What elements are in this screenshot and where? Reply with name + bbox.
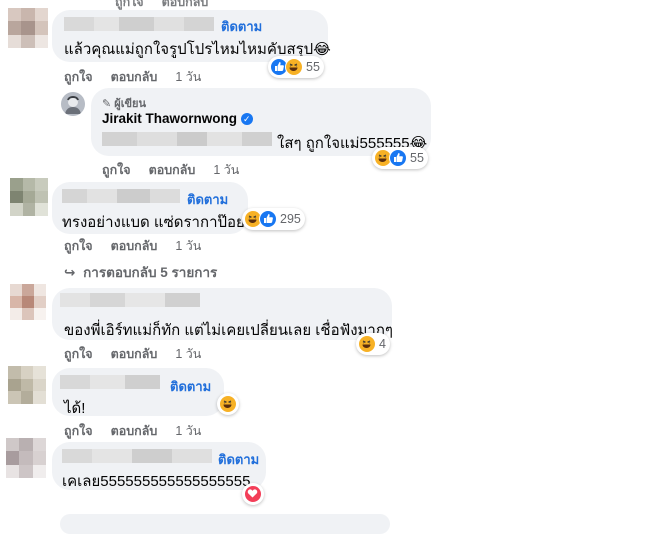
heart-reaction-icon xyxy=(244,485,262,503)
comment-text: เคเลย555555555555555555 xyxy=(62,473,251,490)
redacted-author-name xyxy=(64,17,214,31)
comment-text: ได้! xyxy=(64,400,86,417)
redacted-author-name xyxy=(62,449,212,463)
reply-link[interactable]: ตอบกลับ xyxy=(111,347,158,361)
comment-actions: ถูกใจ ตอบกลับ 1 วัน xyxy=(64,67,219,87)
comment-actions: ถูกใจ ตอบกลับ 1 วัน xyxy=(64,421,219,441)
timestamp[interactable]: 1 วัน xyxy=(175,239,201,253)
reply-link[interactable]: ตอบกลับ xyxy=(111,70,158,84)
like-link[interactable]: ถูกใจ xyxy=(115,0,144,9)
timestamp[interactable]: 1 วัน xyxy=(175,70,201,84)
redacted-author-name xyxy=(62,189,180,203)
like-link[interactable]: ถูกใจ xyxy=(64,347,93,361)
reaction-summary[interactable]: 55 xyxy=(372,147,428,169)
reaction-summary[interactable]: 295 xyxy=(242,208,305,230)
like-link[interactable]: ถูกใจ xyxy=(102,163,131,177)
reaction-count: 55 xyxy=(410,151,424,165)
avatar[interactable] xyxy=(6,438,46,478)
author-name-text: Jirakit Thawornwong xyxy=(102,111,238,126)
comment-actions: ถูกใจ ตอบกลับ 1 วัน xyxy=(64,344,219,364)
view-replies-link[interactable]: ↪ การตอบกลับ 5 รายการ xyxy=(64,261,217,283)
comment-bubble-partial xyxy=(60,514,390,534)
like-link[interactable]: ถูกใจ xyxy=(64,424,93,438)
like-link[interactable]: ถูกใจ xyxy=(64,70,93,84)
comment-text: ทรงอย่างแบด แซ่ดรากาป๊อย xyxy=(62,214,245,231)
reaction-count: 4 xyxy=(379,337,386,351)
like-reaction-icon xyxy=(389,149,407,167)
reaction-summary[interactable]: 55 xyxy=(268,56,324,78)
reply-link[interactable]: ตอบกลับ xyxy=(111,424,158,438)
author-badge: ✎ ผู้เขียน xyxy=(102,94,146,112)
reply-link[interactable]: ตอบกลับ xyxy=(111,239,158,253)
timestamp[interactable]: 1 วัน xyxy=(175,347,201,361)
redacted-author-name xyxy=(60,375,160,389)
follow-link[interactable]: ติดตาม xyxy=(221,16,262,37)
reaction-summary[interactable] xyxy=(242,483,264,505)
redacted-mention xyxy=(102,132,272,146)
avatar[interactable] xyxy=(10,284,46,320)
haha-reaction-icon xyxy=(219,395,237,413)
reaction-count: 55 xyxy=(306,60,320,74)
redacted-author-name xyxy=(60,293,200,307)
author-avatar[interactable] xyxy=(61,92,85,116)
avatar[interactable] xyxy=(8,366,46,404)
view-replies-label: การตอบกลับ 5 รายการ xyxy=(83,265,218,280)
reaction-count: 295 xyxy=(280,212,301,226)
reply-arrow-icon: ↪ xyxy=(64,265,76,280)
comment-text: ของพี่เอิร์ทแม่ก็ทัก แต่ไม่เคยเปลี่ยนเลย… xyxy=(64,322,393,339)
reply-actions: ถูกใจ ตอบกลับ 1 วัน xyxy=(102,160,257,180)
pencil-icon: ✎ xyxy=(102,98,112,110)
timestamp[interactable]: 1 วัน xyxy=(213,163,239,177)
haha-reaction-icon xyxy=(285,58,303,76)
timestamp[interactable]: 1 วัน xyxy=(175,424,201,438)
like-link[interactable]: ถูกใจ xyxy=(64,239,93,253)
comment-actions: ถูกใจ ตอบกลับ 1 วัน xyxy=(64,236,219,256)
follow-link[interactable]: ติดตาม xyxy=(170,376,211,397)
like-reaction-icon xyxy=(259,210,277,228)
verified-badge-icon: ✓ xyxy=(240,113,253,125)
reaction-summary[interactable]: 4 xyxy=(356,333,390,355)
avatar[interactable] xyxy=(8,8,48,48)
follow-link[interactable]: ติดตาม xyxy=(218,449,259,470)
author-badge-label: ผู้เขียน xyxy=(114,98,146,110)
reply-link[interactable]: ตอบกลับ xyxy=(149,163,196,177)
avatar[interactable] xyxy=(10,178,48,216)
haha-reaction-icon xyxy=(358,335,376,353)
reply-link[interactable]: ตอบกลับ xyxy=(162,0,209,9)
follow-link[interactable]: ติดตาม xyxy=(187,189,228,210)
author-name[interactable]: Jirakit Thawornwong ✓ xyxy=(102,111,253,126)
reaction-summary[interactable] xyxy=(217,393,239,415)
